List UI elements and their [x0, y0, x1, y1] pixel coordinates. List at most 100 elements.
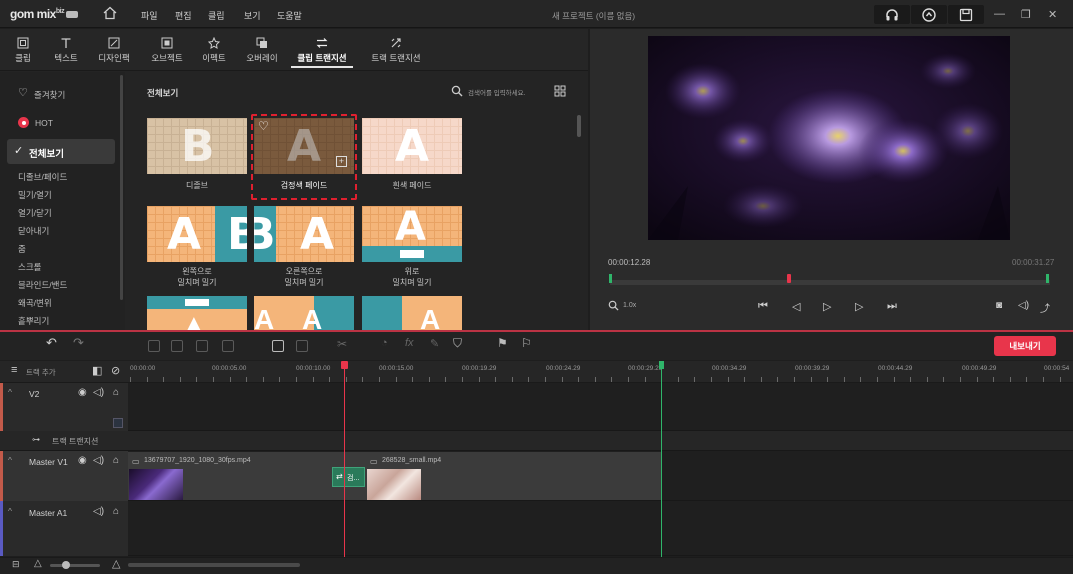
- menu-help[interactable]: 도움말: [277, 9, 302, 22]
- zoom-out-icon[interactable]: △: [34, 558, 42, 569]
- transition-thumb-black-fade[interactable]: A ♡ +: [254, 118, 354, 174]
- category-item[interactable]: 디졸브/페이드: [18, 171, 67, 183]
- playhead-marker[interactable]: [787, 274, 791, 283]
- add-icon[interactable]: +: [336, 156, 347, 167]
- tab-clip-transition[interactable]: 클립 트랜지션: [291, 29, 353, 71]
- transition-thumb-push-left[interactable]: A B: [147, 206, 247, 262]
- eye-icon[interactable]: ◉: [78, 455, 87, 466]
- grid-view-icon[interactable]: [554, 85, 566, 97]
- undo-icon[interactable]: ↶: [46, 335, 57, 351]
- category-item[interactable]: 왜곡/변위: [18, 297, 52, 309]
- transition-thumb[interactable]: A A: [254, 296, 354, 330]
- speaker-icon[interactable]: ◁): [93, 387, 104, 398]
- pip-icon[interactable]: ⤴: [1040, 300, 1050, 315]
- transition-thumb-push-right[interactable]: B A: [254, 206, 354, 262]
- video-clip-1[interactable]: ▭ 13679707_1920_1080_30fps.mp4: [129, 454, 329, 500]
- grid-scrollbar[interactable]: [577, 115, 581, 137]
- speed-icon[interactable]: ◔: [381, 337, 388, 349]
- play-icon[interactable]: ▷: [823, 300, 831, 313]
- snapshot-icon[interactable]: ◙: [996, 300, 1002, 311]
- lock-icon[interactable]: ⌂: [113, 506, 119, 517]
- go-to-start-icon[interactable]: ⏮: [758, 300, 768, 313]
- collapse-icon[interactable]: ^: [8, 387, 12, 397]
- category-item[interactable]: 닫아내기: [18, 225, 49, 237]
- transition-thumb[interactable]: A: [362, 296, 462, 330]
- restore-button[interactable]: ❐: [1021, 8, 1031, 21]
- category-all[interactable]: ✓ 전체보기: [7, 139, 115, 164]
- upload-button[interactable]: [911, 5, 947, 24]
- tab-text[interactable]: 텍스트: [46, 29, 86, 71]
- transition-thumb-white-fade[interactable]: A: [362, 118, 462, 174]
- zoom-in-icon[interactable]: △: [112, 557, 120, 570]
- in-marker[interactable]: [609, 274, 612, 283]
- category-item[interactable]: 밀기/열기: [18, 189, 52, 201]
- category-item[interactable]: 줌: [18, 243, 26, 255]
- marker-in-icon[interactable]: ⚑: [497, 336, 508, 350]
- trim-icon[interactable]: [171, 340, 183, 352]
- end-marker-handle[interactable]: [659, 361, 664, 369]
- cut-right-icon[interactable]: [222, 340, 234, 352]
- zoom-slider[interactable]: [50, 564, 100, 567]
- category-scrollbar[interactable]: [120, 75, 123, 300]
- category-item[interactable]: 흩뿌리기: [18, 315, 49, 327]
- add-track-button[interactable]: ≡ 트랙 추가: [11, 364, 71, 379]
- fit-icon[interactable]: ⊟: [12, 559, 20, 570]
- minimize-button[interactable]: —: [994, 8, 1005, 20]
- menu-edit[interactable]: 편집: [175, 9, 192, 22]
- menu-clip[interactable]: 클립: [208, 9, 225, 22]
- transition-thumb-push-up[interactable]: A: [362, 206, 462, 262]
- tab-object[interactable]: 오브젝트: [147, 29, 187, 71]
- tab-clip[interactable]: 클립: [8, 29, 38, 71]
- category-hot[interactable]: HOT: [18, 117, 118, 130]
- scissors-icon[interactable]: ✂: [337, 337, 347, 351]
- category-item[interactable]: 블라인드/밴드: [18, 279, 67, 291]
- video-clip-2[interactable]: ▭ 268528_small.mp4: [367, 454, 657, 500]
- tab-overlay[interactable]: 오버레이: [241, 29, 283, 71]
- speaker-icon[interactable]: ◁): [93, 455, 104, 466]
- tab-design-pack[interactable]: 디자인팩: [92, 29, 136, 71]
- next-frame-icon[interactable]: ▷: [855, 300, 863, 313]
- lock-icon[interactable]: ⌂: [113, 455, 119, 466]
- previous-frame-icon[interactable]: ◁: [792, 300, 800, 313]
- category-favorites[interactable]: ♡ 즐겨찾기: [18, 87, 118, 100]
- transition-thumb-dissolve[interactable]: B: [147, 118, 247, 174]
- collapse-icon[interactable]: ^: [8, 455, 12, 465]
- timeline-scrollbar[interactable]: [128, 563, 300, 567]
- tab-effect[interactable]: 이펙트: [196, 29, 232, 71]
- pen-icon[interactable]: ✎: [430, 337, 439, 350]
- search-input[interactable]: 검색어를 입력하세요.: [451, 84, 546, 99]
- split-icon[interactable]: [148, 340, 160, 352]
- export-button[interactable]: 내보내기: [994, 336, 1056, 356]
- track-settings-icon[interactable]: [113, 418, 123, 428]
- home-icon[interactable]: [102, 5, 118, 21]
- delete-icon[interactable]: [272, 340, 284, 352]
- playhead-handle[interactable]: [341, 361, 348, 369]
- crop-icon[interactable]: [296, 340, 308, 352]
- tab-track-transition[interactable]: 트랙 트랜지션: [367, 29, 425, 71]
- close-button[interactable]: ✕: [1048, 8, 1057, 21]
- category-item[interactable]: 스크롤: [18, 261, 41, 273]
- collapse-icon[interactable]: ^: [8, 506, 12, 516]
- seek-bar[interactable]: [610, 280, 1050, 285]
- volume-icon[interactable]: ◁): [1018, 300, 1029, 311]
- magnet-icon[interactable]: ◧: [92, 364, 102, 377]
- menu-file[interactable]: 파일: [141, 9, 158, 22]
- zoom-slider-handle[interactable]: [62, 561, 70, 569]
- redo-icon[interactable]: ↷: [73, 335, 84, 351]
- save-button[interactable]: [948, 5, 984, 24]
- cut-left-icon[interactable]: [196, 340, 208, 352]
- favorite-heart-icon[interactable]: ♡: [258, 119, 269, 133]
- support-button[interactable]: [874, 5, 910, 24]
- menu-view[interactable]: 보기: [244, 9, 261, 22]
- fx-icon[interactable]: fx: [405, 337, 414, 349]
- category-item[interactable]: 열기/닫기: [18, 207, 52, 219]
- transition-block[interactable]: ⇄ 검...: [332, 467, 365, 487]
- eye-icon[interactable]: ◉: [78, 387, 87, 398]
- out-marker[interactable]: [1046, 274, 1049, 283]
- transition-thumb[interactable]: ▲: [147, 296, 247, 330]
- timeline-playhead[interactable]: [344, 361, 345, 557]
- marker-out-icon[interactable]: ⚐: [521, 336, 532, 350]
- zoom-control[interactable]: 1.0x: [608, 299, 648, 313]
- go-to-end-icon[interactable]: ⏭: [887, 300, 897, 313]
- speaker-icon[interactable]: ◁): [93, 506, 104, 517]
